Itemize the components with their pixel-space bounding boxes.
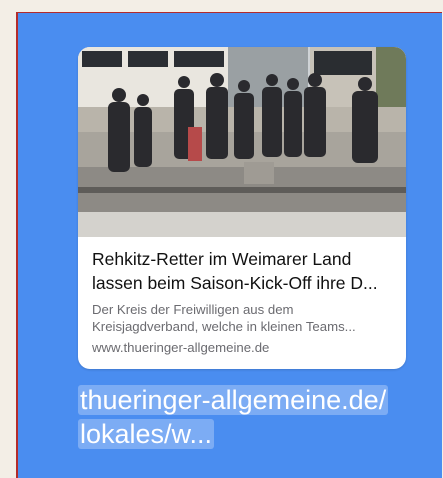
preview-title-line-2: lassen beim Saison-Kick-Off ihre D... [92, 273, 378, 293]
preview-description: Der Kreis der Freiwilligen aus dem Kreis… [92, 301, 396, 335]
preview-domain: www.thueringer-allgemeine.de [92, 340, 270, 355]
message-link[interactable]: thueringer-allgemeine.de/ lokales/w... [78, 383, 389, 451]
preview-title[interactable]: Rehkitz-Retter im Weimarer Land lassen b… [92, 247, 396, 295]
preview-image[interactable] [78, 47, 406, 237]
message-bubble[interactable]: Rehkitz-Retter im Weimarer Land lassen b… [16, 12, 442, 478]
preview-title-line-1: Rehkitz-Retter im Weimarer Land [92, 249, 352, 269]
message-link-line-1[interactable]: thueringer-allgemeine.de/ [78, 385, 389, 415]
message-link-line-2[interactable]: lokales/w... [78, 419, 215, 449]
preview-description-line-2: Kreisjagdverband, welche in kleinen Team… [92, 319, 356, 334]
link-preview-card[interactable]: Rehkitz-Retter im Weimarer Land lassen b… [78, 47, 406, 369]
preview-description-line-1: Der Kreis der Freiwilligen aus dem [92, 302, 294, 317]
